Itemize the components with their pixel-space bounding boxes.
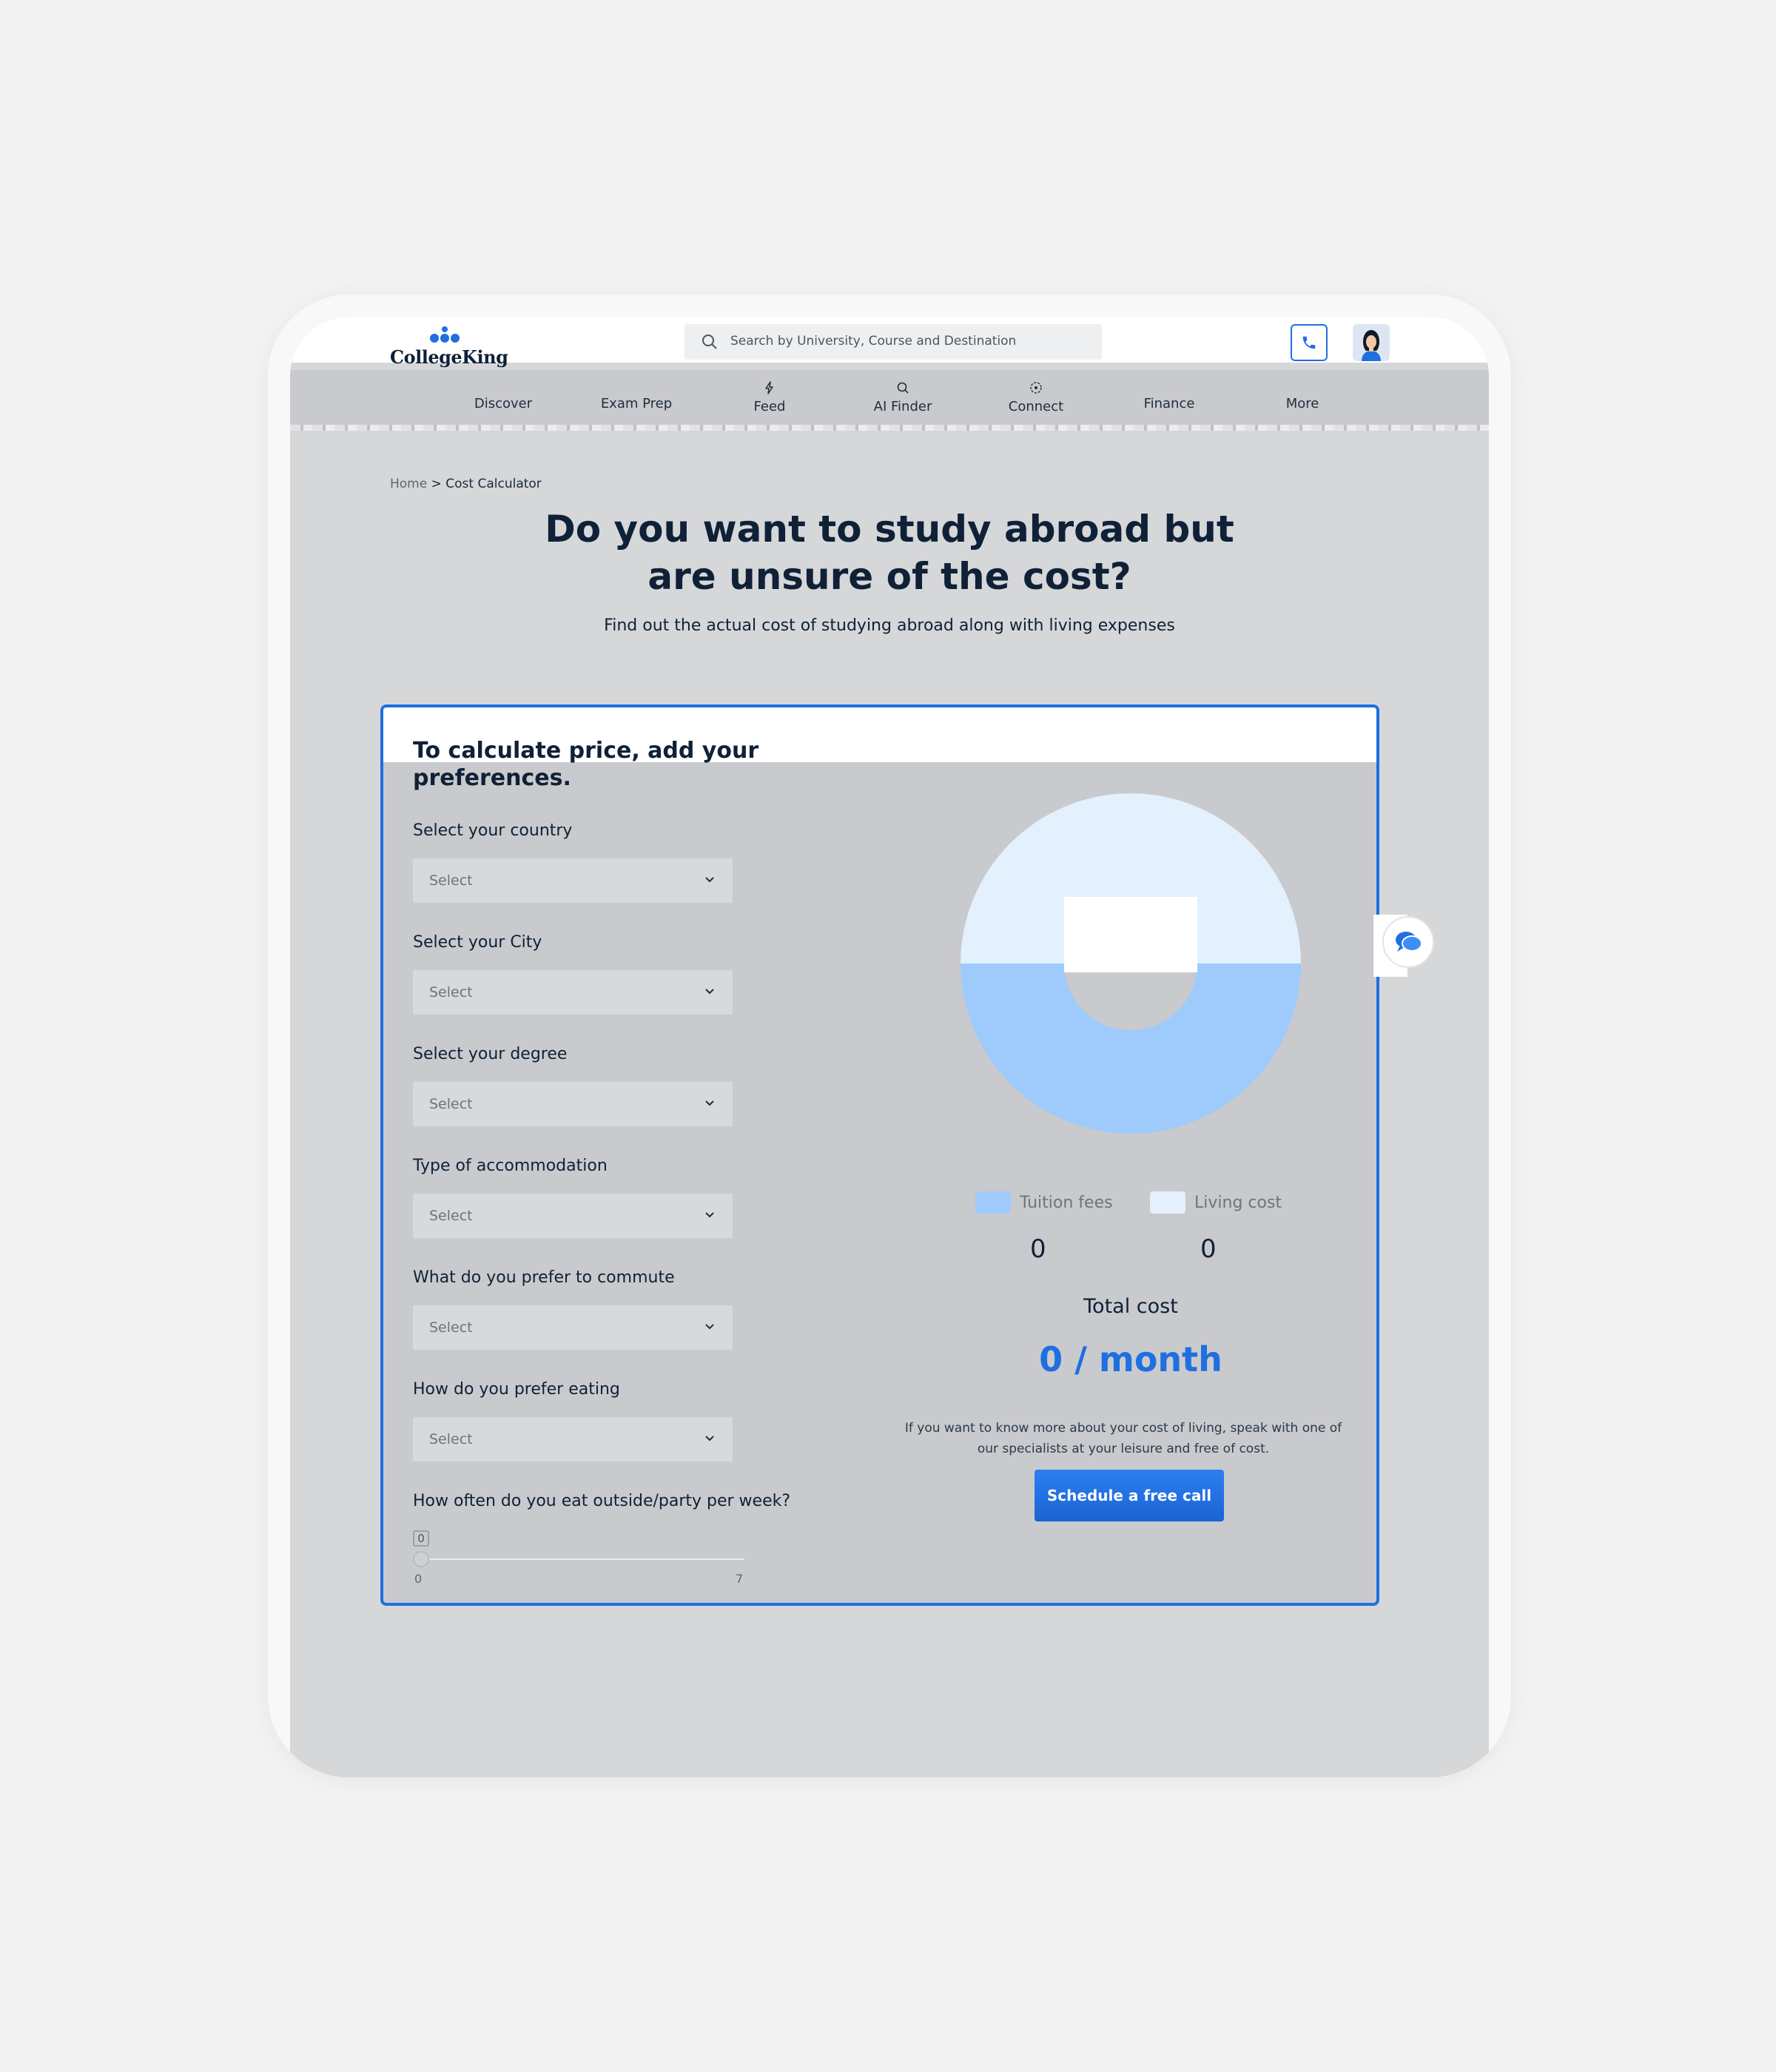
chevron-down-icon <box>705 1212 714 1218</box>
specialist-info: If you want to know more about your cost… <box>904 1421 1342 1456</box>
nav-label: Finance <box>1143 396 1195 411</box>
accommodation-label: Type of accommodation <box>413 1157 608 1175</box>
total-cost-value: 0 / month <box>1039 1339 1222 1379</box>
select-value: Select <box>429 1431 473 1447</box>
living-value: 0 <box>1200 1234 1217 1264</box>
search-icon <box>702 334 717 349</box>
page-title-line-2: are unsure of the cost? <box>648 555 1131 598</box>
nav-ai-finder[interactable]: AI Finder <box>847 370 958 425</box>
chevron-down-icon <box>705 1100 714 1106</box>
cost-calculator-card: To calculate price, add your preferences… <box>380 704 1379 1606</box>
nav-feed[interactable]: Feed <box>714 370 825 425</box>
nav-label: AI Finder <box>873 399 932 414</box>
total-cost-label: Total cost <box>1083 1295 1178 1318</box>
logo-wordmark: CollegeKing <box>390 346 508 368</box>
select-value: Select <box>429 984 473 1000</box>
nav-label: Exam Prep <box>600 396 673 411</box>
page-subtitle: Find out the actual cost of studying abr… <box>604 616 1175 635</box>
chat-bubble-icon <box>1396 932 1422 952</box>
chevron-down-icon <box>705 1436 714 1442</box>
phone-icon <box>1302 336 1316 349</box>
slider-thumb[interactable] <box>413 1551 429 1567</box>
breadcrumb: Home > Cost Calculator <box>390 477 542 491</box>
accommodation-select[interactable]: Select <box>413 1194 733 1238</box>
page-title: Do you want to study abroad but are unsu… <box>290 505 1489 600</box>
legend-swatch-tuition <box>975 1191 1011 1214</box>
breadcrumb-current: Cost Calculator <box>445 477 542 491</box>
tuition-value: 0 <box>1030 1234 1046 1264</box>
schedule-call-button[interactable]: Schedule a free call <box>1035 1470 1224 1521</box>
search-placeholder: Search by University, Course and Destina… <box>730 334 1017 349</box>
cost-donut-chart <box>961 793 1301 1134</box>
nav-label: Connect <box>1008 399 1064 414</box>
breadcrumb-home[interactable]: Home <box>390 477 427 491</box>
nav-label: More <box>1285 396 1319 411</box>
nav-divider <box>290 425 1489 431</box>
legend-label-tuition: Tuition fees <box>1020 1194 1113 1212</box>
chat-widget[interactable] <box>1373 909 1434 983</box>
main-nav: Discover Exam Prep Feed AI Finder Connec… <box>290 370 1489 431</box>
connect-icon <box>1030 382 1042 394</box>
donut-center-band <box>1064 963 1197 972</box>
degree-label: Select your degree <box>413 1045 568 1063</box>
user-avatar[interactable] <box>1353 324 1390 361</box>
degree-select[interactable]: Select <box>413 1082 733 1126</box>
search-bar[interactable]: Search by University, Course and Destina… <box>684 324 1102 360</box>
select-value: Select <box>429 1319 473 1336</box>
slider-track[interactable] <box>419 1558 744 1560</box>
country-select[interactable]: Select <box>413 858 733 903</box>
nav-label: Discover <box>474 396 533 411</box>
nav-finance[interactable]: Finance <box>1114 370 1225 425</box>
slider-value-badge: 0 <box>413 1530 429 1547</box>
page-title-line-1: Do you want to study abroad but <box>545 508 1234 551</box>
country-label: Select your country <box>413 821 573 840</box>
city-select[interactable]: Select <box>413 970 733 1015</box>
calculator-title: To calculate price, add your preferences… <box>413 738 759 791</box>
crown-icon <box>430 326 460 343</box>
select-value: Select <box>429 872 473 889</box>
chevron-down-icon <box>705 1324 714 1330</box>
call-button[interactable] <box>1291 324 1328 361</box>
bolt-icon <box>765 381 773 394</box>
commute-select[interactable]: Select <box>413 1305 733 1350</box>
select-value: Select <box>429 1096 473 1112</box>
eat-out-label: How often do you eat outside/party per w… <box>413 1492 791 1510</box>
chevron-down-icon <box>705 989 714 995</box>
breadcrumb-separator: > <box>431 477 442 491</box>
city-label: Select your City <box>413 933 542 952</box>
nav-label: Feed <box>753 399 786 414</box>
avatar-icon <box>1362 330 1381 361</box>
search-icon <box>897 382 909 394</box>
nav-exam-prep[interactable]: Exam Prep <box>581 370 692 425</box>
tablet-frame: CollegeKing Search by University, Course… <box>268 295 1511 1777</box>
top-header: CollegeKing Search by University, Course… <box>290 317 1489 368</box>
eating-label: How do you prefer eating <box>413 1380 620 1399</box>
select-value: Select <box>429 1208 473 1224</box>
nav-connect[interactable]: Connect <box>980 370 1092 425</box>
app-screen: CollegeKing Search by University, Course… <box>290 317 1489 1777</box>
slider-max-label: 7 <box>736 1572 744 1586</box>
legend-label-living: Living cost <box>1194 1194 1282 1212</box>
nav-more[interactable]: More <box>1247 370 1358 425</box>
commute-label: What do you prefer to commute <box>413 1268 675 1287</box>
chevron-down-icon <box>705 877 714 883</box>
logo[interactable]: CollegeKing <box>390 326 508 368</box>
slider-min-label: 0 <box>414 1572 423 1586</box>
eating-select[interactable]: Select <box>413 1417 733 1462</box>
legend-swatch-living <box>1150 1191 1185 1214</box>
nav-discover[interactable]: Discover <box>448 370 559 425</box>
